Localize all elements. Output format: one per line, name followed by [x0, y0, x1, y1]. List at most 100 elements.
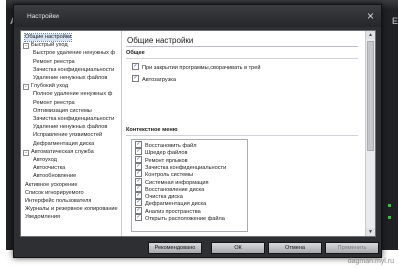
tree-item[interactable]: Интерфейс пользователя [25, 198, 91, 205]
tree-item-label: Оптимизация системы [33, 107, 92, 114]
checkbox[interactable]: ✓ [135, 155, 142, 163]
checkbox-label: Системная информация [145, 179, 209, 186]
tree-item-label: Уведомления [25, 214, 60, 221]
tree-item-label: Ремонт реестра [33, 58, 75, 65]
close-button[interactable]: × [367, 10, 374, 22]
checkbox-label: Ремонт ярлыков [145, 157, 188, 164]
checkbox-label: Автозагрузка [142, 76, 176, 83]
checkbox-option[interactable]: ✓ Анализ пространства [135, 206, 201, 215]
cancel-button[interactable]: Отмена [268, 242, 322, 254]
tree-item[interactable]: Удаление ненужных файлов [33, 75, 107, 82]
section-divider [126, 135, 358, 136]
dialog-footer: Рекомендовано ОК Отмена Применить [14, 235, 381, 257]
settings-tree: Общие настройки − Быстрый уход Быстрое удал… [21, 31, 122, 236]
tree-item[interactable]: Дефрагментация диска [33, 141, 94, 148]
tree-item[interactable]: Полное удаление ненужных ф [33, 91, 112, 98]
checkbox[interactable]: ✓ [135, 199, 142, 207]
tree-item[interactable]: Активное ускорение [25, 182, 77, 189]
checkbox-label: Контроль системы [145, 172, 194, 179]
scroll-up-arrow-icon[interactable]: ▲ [366, 31, 375, 39]
checkbox[interactable]: ✓ [135, 214, 142, 221]
checkbox-option[interactable]: ✓ Очистка диска [135, 192, 183, 200]
checkbox-label: Анализ пространства [145, 208, 201, 215]
collapse-toggle-icon[interactable]: − [23, 149, 29, 156]
tree-item-label: Список игнорируемого [25, 189, 84, 196]
context-menu-list: ✓ Восстановить файл ✓ Шредер файлов ✓ Ремонт … [131, 139, 248, 232]
section-context-menu-title: Контекстное меню [126, 127, 178, 133]
tree-item-label: Удаление ненужных файлов [33, 124, 108, 131]
checkbox-option[interactable]: ✓ Восстановление диска [135, 184, 205, 193]
checkbox[interactable]: ✓ [135, 192, 142, 200]
tree-item-label: Автоуход [33, 157, 57, 163]
checkbox-option[interactable]: ✓ При закрытии программы,сворачивать в тр… [132, 63, 261, 71]
tree-item[interactable]: Ремонт реестра [33, 100, 75, 107]
checkbox-option[interactable]: ✓ Автозагрузка [132, 75, 176, 83]
checkbox-option[interactable]: ✓ Восстановить файл [135, 141, 197, 149]
tree-item-label: Ремонт реестра [33, 99, 75, 106]
checkbox-option[interactable]: ✓ Дефрагментация диска [135, 199, 206, 207]
title-bar[interactable]: Настройки × [14, 5, 381, 27]
checkbox-label: Шредер файлов [145, 150, 188, 157]
checkbox[interactable]: ✓ [132, 63, 139, 70]
tree-item[interactable]: − Глубокий уход [23, 83, 69, 91]
ok-button[interactable]: ОК [211, 242, 265, 254]
collapse-toggle-icon[interactable]: − [23, 84, 29, 91]
checkbox-option[interactable]: ✓ Системная информация [135, 177, 209, 186]
tree-item[interactable]: − Автоматическая служба [23, 148, 94, 156]
status-indicator-icon [388, 216, 391, 219]
collapse-toggle-icon[interactable]: − [23, 43, 29, 50]
checkbox-label: При закрытии программы,сворачивать в тре… [142, 64, 261, 71]
tree-item[interactable]: Ремонт реестра [33, 59, 75, 66]
title-divider [126, 46, 358, 47]
checkbox-option[interactable]: ✓ Зачистка конфиденциальности [135, 162, 226, 171]
apply-button[interactable]: Применить [325, 242, 379, 254]
tree-item-label: Журналы и резервное копирование [25, 206, 118, 213]
settings-dialog: Настройки × Общие настройки − Быстрый уход… [13, 4, 382, 258]
checkbox-option[interactable]: ✓ Открыть расположение файла [135, 214, 225, 222]
checkbox[interactable]: ✓ [135, 206, 142, 214]
tree-item-label: Дефрагментация диска [33, 140, 95, 147]
tree-item[interactable]: Автоочистка [33, 165, 65, 172]
checkbox[interactable]: ✓ [132, 75, 139, 82]
tree-item-label: Автоочистка [33, 165, 66, 172]
tree-item[interactable]: Автообновление [33, 173, 76, 180]
section-divider [126, 58, 358, 59]
vertical-scrollbar[interactable]: ▲ ▼ [365, 31, 375, 236]
tree-item[interactable]: Журналы и резервное копирование [25, 206, 118, 213]
tree-item-label: Глубокий уход [31, 83, 69, 90]
settings-panel: Общие настройки − Быстрый уход Быстрое удал… [20, 30, 376, 237]
checkbox-option[interactable]: ✓ Контроль системы [135, 170, 194, 179]
checkbox[interactable]: ✓ [135, 177, 142, 185]
tree-item[interactable]: Зачистка конфиденциальности [33, 67, 114, 74]
checkbox[interactable]: ✓ [135, 162, 142, 170]
tree-item[interactable]: Исправление уязвимостей [33, 132, 102, 139]
tree-item[interactable]: Быстрое удаление ненужных ф [33, 50, 115, 57]
checkbox-option[interactable]: ✓ Ремонт ярлыков [135, 155, 188, 164]
settings-content: Общие настройки Общее ✓ При закрытии прог… [122, 31, 375, 236]
app-right-letter: E [392, 16, 399, 26]
tree-item-label: Удаление ненужных файлов [33, 75, 108, 81]
tree-item[interactable]: Зачистка конфиденциальности [33, 116, 114, 123]
checkbox[interactable]: ✓ [135, 184, 142, 192]
tree-item[interactable]: Оптимизация системы [33, 108, 92, 115]
checkbox-option[interactable]: ✓ Шредер файлов [135, 148, 188, 157]
tree-item-label: Автоматическая служба [31, 148, 94, 155]
tree-item[interactable]: Удаление ненужных файлов [33, 124, 107, 131]
tree-item[interactable]: Список игнорируемого [25, 190, 84, 197]
tree-item-label: Зачистка конфиденциальности [33, 66, 115, 73]
status-indicator-icon [388, 204, 391, 207]
tree-item-label: Интерфейс пользователя [25, 198, 92, 204]
tree-item[interactable]: Автоуход [33, 157, 57, 164]
checkbox[interactable]: ✓ [135, 148, 142, 156]
tree-item[interactable]: − Быстрый уход [23, 42, 68, 50]
checkbox-label: Восстановить файл [145, 142, 197, 149]
checkbox-label: Восстановление диска [145, 186, 205, 193]
tree-item[interactable]: Общие настройки [23, 33, 73, 42]
window-title: Настройки [27, 13, 59, 20]
tree-item[interactable]: Уведомления [25, 214, 60, 221]
page-title: Общие настройки [127, 36, 194, 45]
recommended-button[interactable]: Рекомендовано [148, 242, 202, 254]
scrollbar-thumb[interactable] [367, 41, 374, 151]
checkbox[interactable]: ✓ [135, 170, 142, 178]
checkbox[interactable]: ✓ [135, 141, 142, 148]
